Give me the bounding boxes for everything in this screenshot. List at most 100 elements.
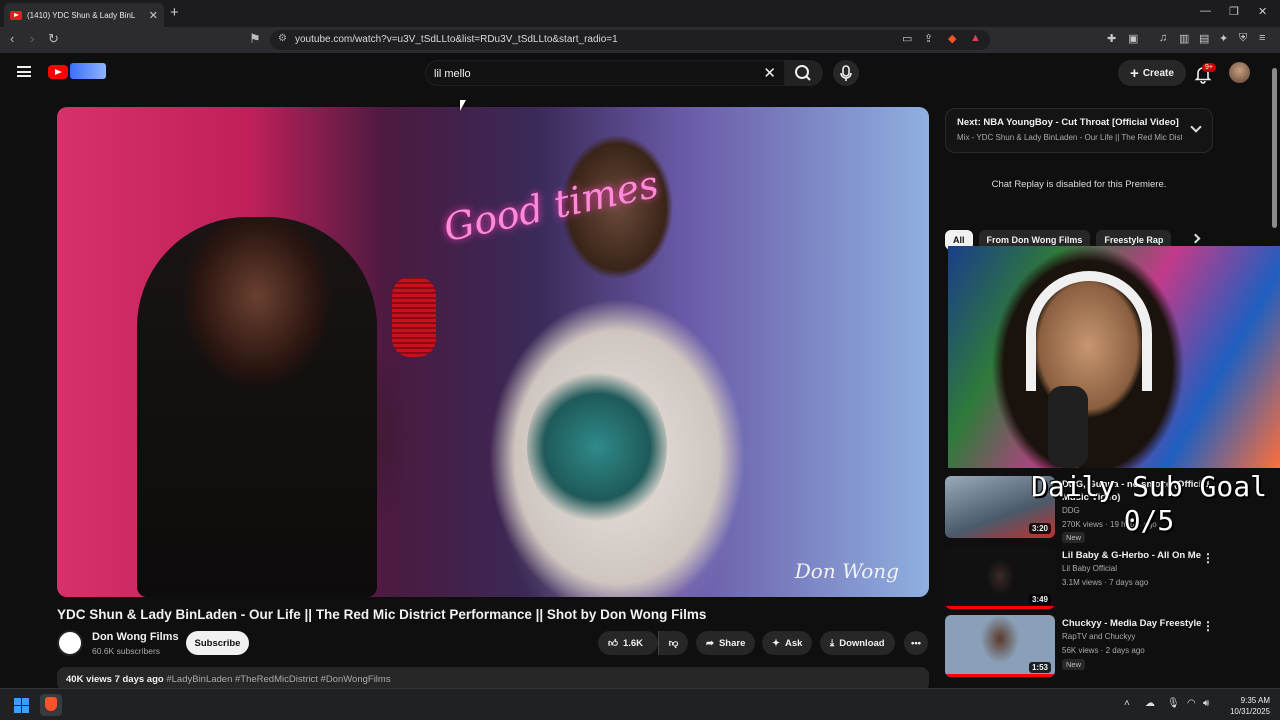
thumbs-down-icon: 👎︎ (668, 638, 679, 649)
up-next-title: Next: NBA YoungBoy - Cut Throat [Officia… (957, 117, 1179, 128)
back-icon[interactable]: ‹ (10, 31, 14, 46)
wallet-icon[interactable]: ▤ (1199, 32, 1209, 45)
brave-rewards-icon[interactable]: ▲ (970, 32, 981, 44)
recommendation-item[interactable]: 1:53 Chuckyy - Media Day Freestyle RapTV… (945, 615, 1280, 677)
clock-date: 10/31/2025 (1229, 707, 1270, 716)
minimize-icon[interactable]: — (1200, 5, 1211, 17)
share-button[interactable]: ➦ Share (696, 631, 756, 655)
notification-count-badge: 9+ (1202, 63, 1216, 72)
recommendation-title: Lil Baby & G-Herbo - All On Me (1062, 550, 1201, 561)
like-button[interactable]: 👍︎ 1.6K (598, 631, 658, 655)
plus-icon: + (1130, 64, 1139, 82)
recommendation-views: 3.1M views · 7 days ago (1062, 578, 1149, 587)
recommendation-title: Chuckyy - Media Day Freestyle (1062, 618, 1202, 629)
windows-taskbar: ˄ ☁ 🎙︎ ◠ 🔊︎ 9:35 AM 10/31/2025 (0, 688, 1280, 720)
headset-graphic (1026, 271, 1152, 391)
vpn-icon[interactable]: ⛨ (1239, 32, 1247, 45)
brave-browser-taskbar-icon[interactable] (40, 694, 62, 716)
new-tab-button[interactable]: + (170, 4, 179, 21)
browser-tab-bar: (1410) YDC Shun & Lady BinL ✕ + — ❐ ✕ (0, 0, 1280, 27)
volume-icon[interactable]: 🔊︎ (1203, 698, 1209, 709)
download-button[interactable]: ⤓ Download (820, 631, 895, 655)
daily-sub-goal-overlay: Daily Sub Goal 0/5 (1018, 470, 1280, 538)
playlist-up-next-panel[interactable]: Next: NBA YoungBoy - Cut Throat [Officia… (945, 108, 1213, 153)
streamer-microphone-graphic (1048, 386, 1088, 468)
account-avatar[interactable] (1229, 62, 1250, 83)
recommendation-channel: Lil Baby Official (1062, 564, 1117, 573)
more-vertical-icon[interactable]: ⋮ (1202, 619, 1214, 633)
recommendation-thumbnail[interactable]: 3:49 (945, 547, 1055, 609)
like-count: 1.6K (622, 637, 644, 649)
download-label: Download (839, 637, 885, 649)
wifi-icon[interactable]: ◠ (1187, 698, 1196, 709)
watch-progress-bar (945, 606, 1055, 609)
video-frame-person-left (137, 217, 377, 597)
extensions-icon[interactable]: ✚ (1107, 32, 1116, 45)
voice-search-button[interactable] (833, 60, 859, 86)
more-vertical-icon[interactable]: ⋮ (1202, 551, 1214, 565)
windows-start-icon[interactable] (14, 698, 29, 713)
description-hashtags[interactable]: #LadyBinLaden #TheRedMicDistrict #DonWon… (166, 674, 390, 685)
dislike-button[interactable]: 👎︎ (658, 631, 688, 655)
channel-name[interactable]: Don Wong Films (92, 631, 179, 643)
sidebar-icon[interactable]: ▥ (1179, 32, 1189, 45)
browser-tab[interactable]: (1410) YDC Shun & Lady BinL ✕ (4, 3, 164, 27)
search-input[interactable] (434, 65, 754, 82)
page-scrollbar[interactable] (1271, 58, 1278, 688)
tray-overflow-chevron-icon[interactable]: ˄ (1124, 698, 1130, 709)
more-actions-button[interactable]: ••• (904, 631, 928, 655)
chevron-right-icon[interactable] (1190, 233, 1201, 244)
scrollbar-thumb[interactable] (1272, 68, 1277, 228)
share-label: Share (718, 637, 746, 649)
youtube-doodle-icon (70, 63, 106, 79)
recommendation-views: 56K views · 2 days ago (1062, 646, 1145, 655)
share-icon: ➦ (706, 637, 714, 649)
ask-label: Ask (784, 637, 803, 649)
microphone-tray-icon[interactable]: 🎙︎ (1167, 698, 1180, 709)
brave-shields-icon[interactable]: ◆ (948, 32, 956, 45)
address-bar[interactable]: ⚙ youtube.com/watch?v=u3V_tSdLLto&list=R… (270, 30, 990, 50)
bookmark-icon[interactable]: ⚑ (249, 31, 261, 47)
youtube-logo-icon[interactable] (48, 65, 68, 79)
sparkle-icon: ✦ (772, 637, 780, 649)
browser-toolbar: ‹ › ↻ ⚑ ⚙ youtube.com/watch?v=u3V_tSdLLt… (0, 27, 1280, 53)
forward-icon[interactable]: › (30, 31, 34, 46)
site-settings-icon[interactable]: ⚙ (278, 33, 287, 44)
video-duration: 3:49 (1028, 594, 1051, 605)
onedrive-cloud-icon[interactable]: ☁ (1145, 698, 1155, 709)
hamburger-menu-icon[interactable] (17, 66, 31, 77)
video-player[interactable]: Good times Don Wong (57, 107, 929, 597)
leo-ai-icon[interactable]: ✦ (1219, 32, 1228, 45)
recommendation-thumbnail[interactable]: 1:53 (945, 615, 1055, 677)
media-icon[interactable]: ♫ (1159, 32, 1167, 44)
screenshot-icon[interactable]: ▣ (1128, 32, 1138, 45)
channel-subscriber-count: 60.6K subscribers (92, 646, 161, 656)
cast-icon[interactable]: ▭ (902, 32, 912, 45)
channel-avatar[interactable] (57, 630, 83, 656)
close-window-icon[interactable]: ✕ (1258, 5, 1267, 18)
search-icon (795, 65, 811, 81)
share-page-icon[interactable]: ⇪ (924, 32, 933, 45)
maximize-icon[interactable]: ❐ (1229, 5, 1239, 18)
recommendation-item[interactable]: 3:49 Lil Baby & G-Herbo - All On Me Lil … (945, 547, 1280, 609)
search-button[interactable] (785, 60, 823, 86)
menu-icon[interactable]: ≡ (1259, 32, 1265, 44)
clear-search-icon[interactable]: ✕ (763, 64, 776, 82)
watch-progress-bar (945, 674, 1055, 677)
reload-icon[interactable]: ↻ (48, 31, 59, 47)
download-icon: ⤓ (830, 637, 835, 649)
view-count-and-date: 40K views 7 days ago (66, 674, 164, 685)
taskbar-clock[interactable]: 9:35 AM 10/31/2025 (1222, 695, 1270, 717)
sub-goal-label: Daily Sub Goal (1030, 470, 1267, 503)
microphone-icon (840, 65, 852, 81)
more-horizontal-icon: ••• (911, 637, 921, 649)
create-button[interactable]: + Create (1118, 60, 1186, 86)
url-text: youtube.com/watch?v=u3V_tSdLLto&list=RDu… (295, 34, 618, 45)
ask-button[interactable]: ✦ Ask (762, 631, 813, 655)
clock-time: 9:35 AM (1240, 696, 1270, 705)
subscribe-button[interactable]: Subscribe (186, 631, 249, 655)
close-tab-icon[interactable]: ✕ (149, 9, 158, 22)
search-box[interactable]: ✕ (425, 60, 785, 86)
video-watermark: Don Wong (794, 559, 899, 583)
youtube-favicon-icon (10, 10, 22, 20)
